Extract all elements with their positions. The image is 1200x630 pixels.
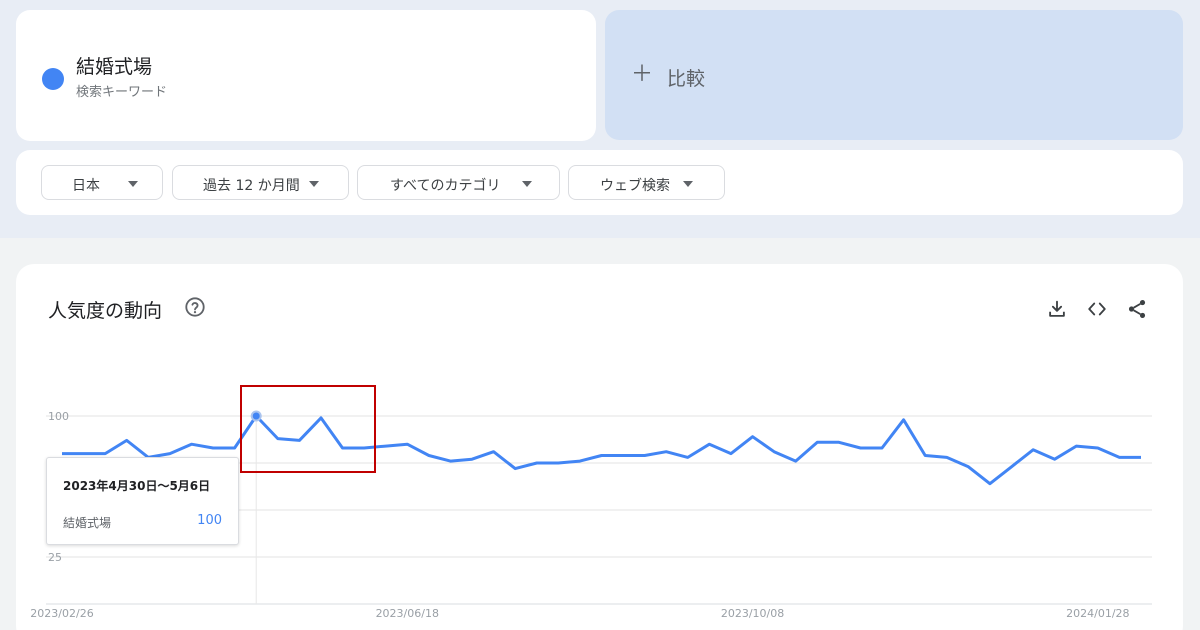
tooltip-date: 2023年4月30日～5月6日 [63,479,211,493]
x-tick-label: 2023/06/18 [376,607,439,620]
tooltip-value: 100 [197,513,222,528]
x-tick-label: 2024/01/28 [1066,607,1129,620]
y-tick-label: 25 [48,551,62,564]
y-tick-label: 100 [48,410,69,423]
x-tick-label: 2023/02/26 [30,607,93,620]
x-tick-label: 2023/10/08 [721,607,784,620]
hover-tooltip: 2023年4月30日～5月6日 結婚式場 100 [46,457,239,545]
highlight-box [240,385,376,473]
tooltip-term: 結婚式場 [63,516,112,530]
